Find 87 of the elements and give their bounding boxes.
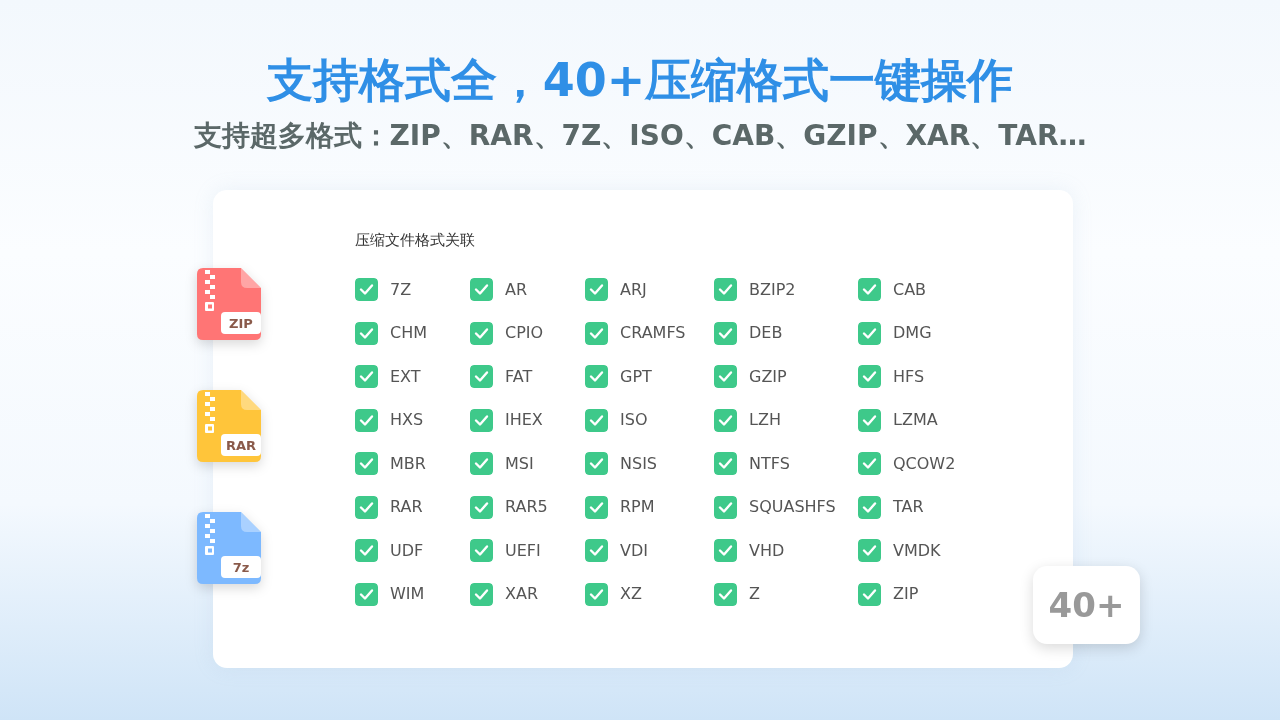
checkbox[interactable]: [470, 321, 493, 345]
checkbox[interactable]: [858, 278, 881, 302]
format-label: IHEX: [505, 409, 543, 432]
checkbox[interactable]: [714, 408, 737, 432]
format-label: UEFI: [505, 539, 541, 562]
format-label: ARJ: [620, 278, 647, 301]
checkbox[interactable]: [470, 539, 493, 563]
format-label: XAR: [505, 583, 539, 606]
format-label: ZIP: [893, 583, 919, 606]
checkbox[interactable]: [355, 321, 378, 345]
format-label: LZH: [749, 409, 781, 432]
format-label: HXS: [390, 409, 424, 432]
checkbox[interactable]: [585, 408, 608, 432]
checkbox[interactable]: [714, 539, 737, 563]
checkbox[interactable]: [470, 365, 493, 389]
format-label: RAR5: [505, 496, 548, 519]
checkbox[interactable]: [714, 278, 737, 302]
format-label: AR: [505, 278, 528, 301]
format-label: DEB: [749, 322, 783, 345]
format-label: VMDK: [893, 539, 941, 562]
format-label: VDI: [620, 539, 648, 562]
archive-file-icon: RAR: [197, 390, 261, 462]
checkbox[interactable]: [585, 452, 608, 476]
format-label: CAB: [893, 278, 927, 301]
panel-title: 压缩文件格式关联: [355, 230, 476, 251]
checkbox[interactable]: [585, 582, 608, 606]
format-label: BZIP2: [749, 278, 796, 301]
format-label: CPIO: [505, 322, 544, 345]
checkbox[interactable]: [355, 278, 378, 302]
format-label: CHM: [390, 322, 427, 345]
checkbox[interactable]: [858, 495, 881, 519]
format-label: FAT: [505, 365, 533, 388]
checkbox[interactable]: [714, 495, 737, 519]
checkbox[interactable]: [858, 539, 881, 563]
checkbox[interactable]: [470, 582, 493, 606]
checkbox[interactable]: [470, 278, 493, 302]
headline: 支持格式全，40+压缩格式一键操作: [265, 52, 1015, 109]
format-label: HFS: [893, 365, 925, 388]
checkbox[interactable]: [470, 452, 493, 476]
archive-file-icon: ZIP: [197, 268, 261, 340]
format-label: NSIS: [620, 452, 657, 475]
format-label: LZMA: [893, 409, 938, 432]
checkbox[interactable]: [858, 582, 881, 606]
checkbox[interactable]: [355, 408, 378, 432]
checkbox[interactable]: [355, 495, 378, 519]
checkbox[interactable]: [714, 365, 737, 389]
checkbox[interactable]: [355, 582, 378, 606]
checkbox[interactable]: [585, 278, 608, 302]
format-label: RAR: [390, 496, 423, 519]
archive-file-icon: 7z: [197, 512, 261, 584]
checkbox[interactable]: [585, 539, 608, 563]
checkbox[interactable]: [585, 495, 608, 519]
format-label: EXT: [390, 365, 421, 388]
checkbox[interactable]: [714, 582, 737, 606]
subtitle: 支持超多格式：ZIP、RAR、7Z、ISO、CAB、GZIP、XAR、TAR…: [192, 118, 1088, 154]
checkbox[interactable]: [858, 321, 881, 345]
format-label: MSI: [505, 452, 534, 475]
format-label: GPT: [620, 365, 652, 388]
checkbox[interactable]: [858, 365, 881, 389]
format-label: QCOW2: [893, 452, 956, 475]
format-label: WIM: [390, 583, 425, 606]
checkbox[interactable]: [858, 408, 881, 432]
format-label: MBR: [390, 452, 426, 475]
format-label: TAR: [893, 496, 924, 519]
checkbox[interactable]: [355, 539, 378, 563]
checkbox[interactable]: [714, 452, 737, 476]
checkbox[interactable]: [470, 408, 493, 432]
checkbox[interactable]: [585, 365, 608, 389]
format-label: UDF: [390, 539, 424, 562]
checkbox[interactable]: [355, 452, 378, 476]
format-label: NTFS: [749, 452, 790, 475]
format-label: 7Z: [390, 278, 412, 301]
checkbox[interactable]: [585, 321, 608, 345]
checkbox[interactable]: [355, 365, 378, 389]
format-label: XZ: [620, 583, 642, 606]
format-label: RPM: [620, 496, 655, 519]
checkbox[interactable]: [714, 321, 737, 345]
format-label: ISO: [620, 409, 648, 432]
format-label: SQUASHFS: [749, 496, 836, 519]
format-label: GZIP: [749, 365, 787, 388]
format-label: DMG: [893, 322, 932, 345]
checkbox[interactable]: [858, 452, 881, 476]
count-badge: 40+: [1033, 566, 1140, 644]
format-label: CRAMFS: [620, 322, 686, 345]
checkbox[interactable]: [470, 495, 493, 519]
format-label: VHD: [749, 539, 785, 562]
format-label: Z: [749, 583, 760, 606]
